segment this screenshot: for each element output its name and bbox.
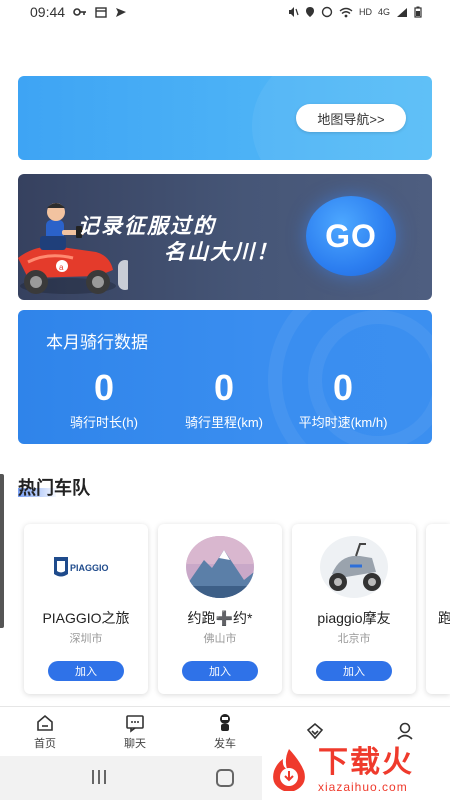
map-navigation-button[interactable]: 地图导航>> <box>296 104 406 132</box>
go-button[interactable]: GO <box>306 196 396 276</box>
edge-scroll-handle[interactable] <box>0 474 4 628</box>
status-time: 09:44 <box>30 4 66 20</box>
tab-ride-label: 发车 <box>214 737 236 750</box>
home-button[interactable] <box>216 769 234 787</box>
team-card[interactable]: piaggio摩友 北京市 加入 <box>292 524 416 694</box>
mute-icon <box>288 7 299 17</box>
team-name: 跑 <box>438 610 450 626</box>
status-bar: 09:44 HD 4G <box>0 0 450 24</box>
motorcycle-rider-illustration: a <box>18 203 128 294</box>
svg-text:a: a <box>59 263 64 272</box>
signal-icon <box>397 7 407 17</box>
join-button[interactable]: 加入 <box>48 661 124 681</box>
stat-average-speed: 0 平均时速(km/h) <box>283 366 403 431</box>
watermark-title: 下载火 <box>318 746 414 779</box>
map-banner[interactable]: 地图导航>> <box>18 76 432 160</box>
team-name: 约跑➕约* <box>187 610 253 626</box>
stats-title: 本月骑行数据 <box>46 333 148 352</box>
scooter-photo-icon <box>320 536 388 598</box>
location-icon <box>305 7 314 17</box>
stat-average-speed-value: 0 <box>332 367 354 408</box>
team-logo: PIAGGIO <box>52 536 120 598</box>
tag-icon <box>306 722 324 739</box>
signal-4g-label: 4G <box>377 7 390 17</box>
home-icon <box>37 714 53 731</box>
team-card[interactable]: 约跑➕约* 佛山市 加入 <box>158 524 282 694</box>
tab-chat[interactable]: 聊天 <box>90 707 180 756</box>
team-city: 佛山市 <box>203 633 237 645</box>
chat-icon <box>126 714 144 733</box>
stat-average-speed-label: 平均时速(km/h) <box>298 415 388 430</box>
stat-ride-distance-label: 骑行里程(km) <box>185 415 263 430</box>
tab-home[interactable]: 首页 <box>0 707 90 756</box>
calendar-icon <box>95 6 107 18</box>
team-avatar <box>320 536 388 598</box>
key-icon <box>73 8 87 16</box>
stat-ride-duration: 0 骑行时长(h) <box>44 366 164 431</box>
team-city: 深圳市 <box>69 633 103 645</box>
team-card[interactable]: PIAGGIO PIAGGIO之旅 深圳市 加入 <box>24 524 148 694</box>
wifi-icon <box>339 7 353 17</box>
mountain-photo-icon <box>186 536 254 598</box>
tab-ride[interactable]: 发车 <box>180 707 270 756</box>
hot-teams-title: 热门车队 <box>18 478 90 498</box>
recent-apps-button[interactable] <box>92 770 108 786</box>
join-button[interactable]: 加入 <box>316 661 392 681</box>
team-name: PIAGGIO之旅 <box>42 610 130 626</box>
alarm-icon <box>321 6 333 18</box>
rider-icon <box>220 713 230 731</box>
flame-logo-icon <box>273 749 305 791</box>
stat-ride-duration-value: 0 <box>93 367 115 408</box>
piaggio-logo-icon: PIAGGIO <box>54 557 109 577</box>
watermark: 下载火 xiazaihuo.com <box>262 740 450 800</box>
team-city: 北京市 <box>337 633 371 645</box>
svg-text:PIAGGIO: PIAGGIO <box>70 563 109 573</box>
team-name: piaggio摩友 <box>317 610 391 626</box>
join-button[interactable]: 加入 <box>182 661 258 681</box>
profile-icon <box>397 722 413 740</box>
tab-chat-label: 聊天 <box>124 737 146 750</box>
stat-ride-duration-label: 骑行时长(h) <box>70 415 138 430</box>
team-avatar <box>186 536 254 598</box>
stat-ride-distance-value: 0 <box>213 367 235 408</box>
send-icon <box>116 7 127 17</box>
hd-label: HD <box>358 7 372 17</box>
team-card-partial[interactable]: 跑 <box>426 524 450 694</box>
watermark-url: xiazaihuo.com <box>318 780 408 794</box>
go-banner[interactable]: a 记录征服过的 名山大川！ GO <box>18 174 432 300</box>
stat-ride-distance: 0 骑行里程(km) <box>164 366 284 431</box>
monthly-riding-stats-card: 本月骑行数据 0 骑行时长(h) 0 骑行里程(km) 0 平均时速(km/h) <box>18 310 432 444</box>
slogan-line-2: 名山大川！ <box>164 241 279 264</box>
tab-home-label: 首页 <box>34 737 56 750</box>
battery-icon <box>414 6 422 18</box>
